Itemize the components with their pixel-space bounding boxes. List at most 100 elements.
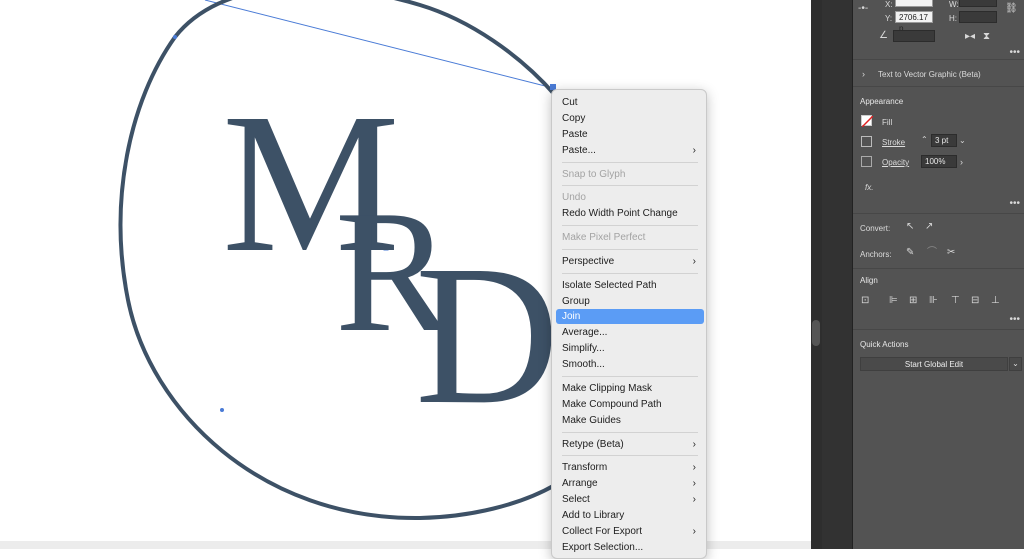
menu-item-make-compound-path[interactable]: Make Compound Path [556, 397, 704, 412]
y-field[interactable]: 2706.17 p [895, 11, 933, 33]
align-top-icon[interactable]: ⊤ [951, 295, 960, 307]
opacity-label[interactable]: Opacity [882, 158, 909, 167]
menu-item-label: Select [562, 494, 590, 506]
anchor-point[interactable] [173, 35, 177, 39]
menu-separator [562, 431, 698, 433]
menu-item-label: Join [562, 311, 581, 323]
transform-more-icon[interactable]: ••• [1009, 47, 1020, 58]
menu-item-label: Make Clipping Mask [562, 382, 653, 394]
menu-item-undo: Undo [556, 190, 704, 205]
align-right-icon[interactable]: ⊪ [929, 295, 938, 307]
flip-horizontal-icon[interactable]: ▸◂ [965, 31, 975, 43]
anchors-label: Anchors: [860, 250, 892, 259]
align-to-icon[interactable]: ⊡ [861, 295, 869, 307]
align-more-icon[interactable]: ••• [1009, 314, 1020, 325]
fill-label[interactable]: Fill [882, 118, 892, 127]
menu-item-smooth[interactable]: Smooth... [556, 357, 704, 372]
properties-panel: -•- X: W: ⛓ Y: 2706.17 p H: ∠ ▸◂ ⧗ ••• ›… [853, 0, 1024, 549]
text-to-vector-label[interactable]: Text to Vector Graphic (Beta) [878, 70, 981, 79]
x-label: X: [885, 0, 893, 9]
quick-actions-title: Quick Actions [860, 340, 909, 349]
menu-item-collect-for-export[interactable]: Collect For Export › [556, 524, 704, 539]
w-field[interactable] [959, 0, 997, 7]
fx-icon[interactable]: fx. [865, 183, 873, 192]
menu-item-add-to-library[interactable]: Add to Library [556, 508, 704, 523]
menu-item-label: Arrange [562, 478, 598, 490]
chevron-down-icon[interactable]: ⌄ [1009, 357, 1022, 371]
stroke-weight-field[interactable]: 3 pt [931, 134, 957, 147]
anchor-point[interactable] [220, 408, 224, 412]
y-label: Y: [885, 14, 893, 23]
menu-item-retype-beta[interactable]: Retype (Beta) › [556, 437, 704, 452]
w-label: W: [949, 0, 959, 9]
connect-anchor-icon[interactable]: ⌒ [927, 247, 937, 259]
menu-separator [562, 376, 698, 377]
divider [853, 213, 1024, 214]
convert-label: Convert: [860, 224, 891, 233]
chevron-right-icon[interactable]: › [960, 156, 963, 168]
panel-divider[interactable] [811, 0, 822, 549]
remove-anchor-icon[interactable]: ✎ [906, 247, 914, 259]
menu-item-label: Cut [562, 97, 578, 108]
menu-item-label: Smooth... [562, 359, 605, 371]
menu-item-label: Make Compound Path [562, 398, 662, 410]
align-middle-icon[interactable]: ⊟ [971, 295, 979, 307]
menu-separator [562, 248, 698, 250]
chevron-right-icon[interactable]: › [862, 68, 865, 80]
menu-item-perspective[interactable]: Perspective › [556, 254, 704, 269]
chevron-right-icon: › [692, 438, 696, 450]
align-left-icon[interactable]: ⊫ [889, 295, 898, 307]
x-field[interactable] [895, 0, 933, 7]
convert-smooth-icon[interactable]: ↗ [925, 221, 933, 233]
stroke-swatch-icon[interactable] [861, 136, 872, 147]
menu-separator [562, 272, 698, 274]
menu-item-isolate-selected-path[interactable]: Isolate Selected Path [556, 278, 704, 293]
menu-item-copy[interactable]: Copy [556, 111, 704, 126]
constrain-proportions-icon[interactable]: ⛓ [1005, 3, 1018, 15]
menu-item-label: Perspective [562, 255, 615, 267]
align-title: Align [860, 276, 878, 285]
h-label: H: [949, 14, 957, 23]
menu-item-paste[interactable]: Paste [556, 127, 704, 142]
stepper-icon[interactable]: ⌃ [921, 134, 928, 146]
panel-collapsed-column [822, 0, 853, 549]
menu-item-label: Undo [562, 192, 586, 204]
menu-item-average[interactable]: Average... [556, 325, 704, 340]
appearance-more-icon[interactable]: ••• [1009, 198, 1020, 209]
menu-item-make-clipping-mask[interactable]: Make Clipping Mask [556, 381, 704, 396]
menu-item-join[interactable]: Join [556, 309, 704, 325]
chevron-right-icon: › [692, 494, 696, 506]
menu-item-cut[interactable]: Cut [556, 95, 704, 110]
flip-vertical-icon[interactable]: ⧗ [983, 31, 990, 43]
menu-item-simplify[interactable]: Simplify... [556, 341, 704, 356]
menu-item-paste[interactable]: Paste... › [556, 143, 704, 158]
menu-item-snap-to-glyph: Snap to Glyph [556, 167, 704, 182]
menu-item-transform[interactable]: Transform › [556, 460, 704, 475]
menu-item-group[interactable]: Group [556, 294, 704, 309]
menu-item-label: Average... [562, 327, 608, 339]
menu-item-redo-width-point-change[interactable]: Redo Width Point Change [556, 206, 704, 221]
rotate-field[interactable] [893, 30, 935, 42]
align-bottom-icon[interactable]: ⊥ [991, 295, 1000, 307]
cut-path-icon[interactable]: ✂ [947, 247, 955, 259]
divider [853, 86, 1024, 87]
rotate-icon: ∠ [879, 30, 888, 41]
menu-item-label: Collect For Export [562, 525, 643, 537]
menu-item-select[interactable]: Select › [556, 492, 704, 507]
menu-item-label: Group [562, 295, 590, 307]
align-center-icon[interactable]: ⊞ [909, 295, 917, 307]
reference-point-icon[interactable]: -•- [858, 3, 868, 15]
appearance-title: Appearance [860, 97, 904, 106]
divider-handle[interactable] [812, 320, 820, 346]
h-field[interactable] [959, 11, 997, 23]
chevron-down-icon[interactable]: ⌄ [959, 135, 966, 147]
menu-item-export-selection[interactable]: Export Selection... [556, 540, 704, 555]
menu-item-arrange[interactable]: Arrange › [556, 476, 704, 491]
convert-corner-icon[interactable]: ↖ [906, 221, 914, 233]
menu-item-make-guides[interactable]: Make Guides [556, 413, 704, 428]
stroke-label[interactable]: Stroke [882, 138, 905, 147]
fill-none-swatch-icon[interactable] [861, 115, 873, 127]
opacity-field[interactable]: 100% [921, 155, 957, 168]
start-global-edit-button[interactable]: Start Global Edit [860, 357, 1008, 371]
menu-item-label: Redo Width Point Change [562, 208, 678, 220]
